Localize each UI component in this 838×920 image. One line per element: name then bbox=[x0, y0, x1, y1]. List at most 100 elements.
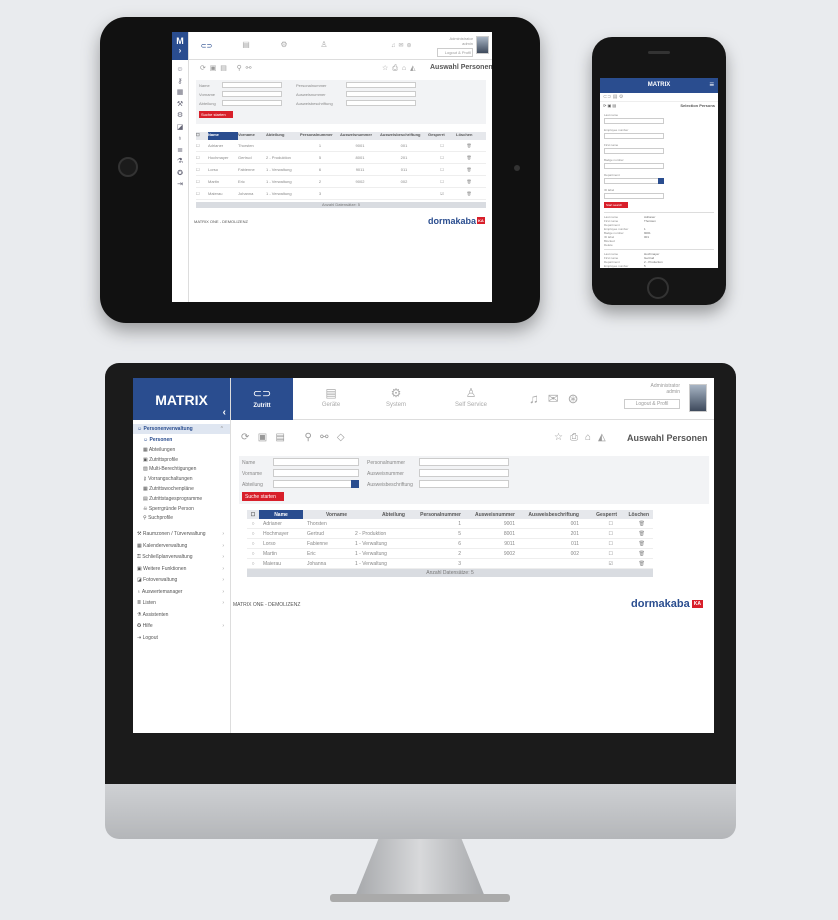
input-name[interactable] bbox=[273, 458, 359, 466]
sidebar-item-suchprofile[interactable]: ⚲ Suchprofile bbox=[133, 514, 230, 522]
select-abteilung[interactable] bbox=[273, 480, 359, 488]
trash-icon[interactable]: 🗑 bbox=[456, 179, 482, 184]
phone-key-icon[interactable]: ⊂⊃ bbox=[603, 94, 611, 100]
save-icon[interactable]: ◭ bbox=[410, 65, 419, 72]
tablet-header-vorname[interactable]: Vorname bbox=[238, 132, 266, 140]
tablet-select-abteilung[interactable] bbox=[222, 100, 282, 106]
input-personalnummer[interactable] bbox=[419, 458, 509, 466]
bell-icon[interactable]: ♫ bbox=[391, 43, 399, 49]
header-personalnummer[interactable]: Personalnummer bbox=[409, 512, 465, 518]
row-checkbox[interactable]: ○ bbox=[247, 531, 259, 537]
phone-menu-icon[interactable]: ≡ bbox=[709, 80, 714, 89]
phone-result-card[interactable]: Last name Adrianer First name Thorsten Depar… bbox=[604, 212, 714, 249]
blocked-checkbox[interactable]: ☐ bbox=[428, 155, 456, 160]
tablet-header-ausweisbeschriftung[interactable]: Ausweisbeschriftung bbox=[380, 132, 428, 140]
header-ausweisbeschriftung[interactable]: Ausweisbeschriftung bbox=[519, 512, 583, 518]
row-checkbox[interactable]: ○ bbox=[247, 561, 259, 567]
tablet-input-vorname[interactable] bbox=[222, 91, 282, 97]
sidebar-group-weitere-funktionen[interactable]: ▣ Weitere Funktionen › bbox=[133, 565, 230, 573]
table-row[interactable]: ○ Hochmayer Gertrud 2 - Produktion 5 8001 201 ☐… bbox=[247, 529, 653, 539]
refresh-icon[interactable]: ⟳ bbox=[200, 65, 206, 72]
row-checkbox[interactable]: ☐ bbox=[196, 179, 208, 184]
header-ausweisnummer[interactable]: Ausweisnummer bbox=[465, 512, 519, 518]
phone-field-input[interactable] bbox=[604, 163, 664, 169]
tablet-tab-zutritt[interactable]: ⊂⊃ bbox=[189, 32, 224, 60]
refresh-icon[interactable]: ⟳ bbox=[241, 432, 249, 443]
people-icon[interactable]: ☺ bbox=[172, 64, 188, 76]
filter-icon[interactable]: ⚯ bbox=[320, 432, 328, 443]
sidebar-item-abteilungen[interactable]: ▦ Abteilungen bbox=[133, 446, 230, 454]
tablet-header-ausweisnummer[interactable]: Ausweisnummer bbox=[340, 132, 380, 140]
tablet-table-row[interactable]: ☐ Maierau Johanna 1 - Verwaltung 3 ☑ 🗑 bbox=[196, 188, 486, 200]
sidebar-group-assistenten[interactable]: ⚗ Assistenten bbox=[133, 611, 230, 619]
tablet-input-ausweisnummer[interactable] bbox=[346, 91, 416, 97]
star-icon[interactable]: ☆ bbox=[382, 65, 392, 72]
phone-refresh-icon[interactable]: ⟳ ▣ ▤ bbox=[603, 103, 616, 108]
trash-icon[interactable]: 🗑 bbox=[456, 191, 482, 196]
tablet-input-name[interactable] bbox=[222, 82, 282, 88]
phone-dropdown-icon[interactable] bbox=[658, 178, 664, 184]
sidebar-group-auswertemanager[interactable]: ♁ Auswertemanager › bbox=[133, 588, 230, 596]
tablet-input-ausweisbeschriftung[interactable] bbox=[346, 100, 416, 106]
new-icon[interactable]: ▣ bbox=[258, 432, 267, 443]
sidebar-item-multi-berechtigungen[interactable]: ▨ Multi-Berechtigungen bbox=[133, 465, 230, 473]
trash-icon[interactable]: 🗑 bbox=[456, 167, 482, 172]
tablet-search-button[interactable]: Suche starten bbox=[199, 111, 233, 118]
tablet-expand-icon[interactable]: › bbox=[172, 46, 188, 55]
sidebar-section-personenverwaltung[interactable]: ☺ Personenverwaltung ⌃ bbox=[133, 424, 230, 434]
lifebuoy-icon[interactable]: ⊛ bbox=[568, 391, 588, 406]
phone-result-card[interactable]: Last name Hochmayer First name Gertrud Depar… bbox=[604, 249, 714, 268]
sidebar-group-listen[interactable]: ≣ Listen › bbox=[133, 599, 230, 607]
sidebar-item-vorrangschaltungen[interactable]: ⚷ Vorrangschaltungen bbox=[133, 475, 230, 483]
list-icon[interactable]: ≣ bbox=[172, 145, 188, 157]
search-start-button[interactable]: Suche starten bbox=[242, 492, 284, 501]
mail-icon[interactable]: ✉ bbox=[399, 43, 407, 49]
filter-icon[interactable]: ⚯ bbox=[246, 65, 252, 72]
tablet-header-abteilung[interactable]: Abteilung bbox=[266, 132, 300, 140]
star-icon[interactable]: ☆ bbox=[554, 432, 570, 443]
tablet-header-gesperrt[interactable]: Gesperrt bbox=[428, 132, 456, 140]
tablet-header-personalnummer[interactable]: Personalnummer bbox=[300, 132, 340, 140]
table-row[interactable]: ○ Adrianer Thorsten 1 9001 001 ☐ 🗑 bbox=[247, 519, 653, 529]
edit-icon[interactable]: ▤ bbox=[276, 432, 285, 443]
tablet-input-personalnummer[interactable] bbox=[346, 82, 416, 88]
tablet-table-row[interactable]: ☐ Hochmayer Gertrud 2 - Produktion 5 8001 201 ☐… bbox=[196, 152, 486, 164]
sidebar-group-kalenderverwaltung[interactable]: ▦ Kalenderverwaltung › bbox=[133, 542, 230, 550]
tablet-tab-system[interactable]: ⚙ bbox=[269, 32, 299, 60]
logout-profile-button[interactable]: Logout & Profil bbox=[624, 399, 680, 409]
select-abteilung-dropdown-icon[interactable] bbox=[351, 480, 359, 488]
export-icon[interactable]: ⌂ bbox=[585, 432, 598, 443]
blocked-checkbox[interactable]: ☐ bbox=[583, 531, 621, 537]
trash-icon[interactable]: 🗑 bbox=[621, 521, 653, 527]
header-name[interactable]: Name bbox=[259, 510, 303, 519]
tablet-header-name[interactable]: Name bbox=[208, 132, 238, 140]
tablet-table-row[interactable]: ☐ Adrianer Thorsten 1 9001 001 ☐ 🗑 bbox=[196, 140, 486, 152]
table-row[interactable]: ○ Maierau Johanna 1 - Verwaltung 3 ☑ 🗑 bbox=[247, 559, 653, 569]
bell-icon[interactable]: ♫ bbox=[529, 391, 548, 406]
link-icon[interactable]: ⚲ bbox=[237, 65, 242, 72]
new-icon[interactable]: ▣ bbox=[210, 65, 217, 72]
phone-gear-icon[interactable]: ⚙ bbox=[619, 94, 623, 100]
tablet-table-row[interactable]: ☐ Lorso Fabienne 1 - Verwaltung 6 9011 011 ☐ 🗑 bbox=[196, 164, 486, 176]
sidebar-item-sperrgründe-person[interactable]: ☠ Sperrgründe Person bbox=[133, 505, 230, 513]
tablet-header-loeschen[interactable]: Löschen bbox=[456, 132, 482, 140]
edit-icon[interactable]: ▤ bbox=[220, 65, 227, 72]
tablet-tab-geraete[interactable]: ▤ bbox=[231, 32, 261, 60]
table-row[interactable]: ○ Lorso Fabienne 1 - Verwaltung 6 9011 011 ☐ 🗑 bbox=[247, 539, 653, 549]
sidebar-item-zutrittswochenpläne[interactable]: ▦ Zutrittswochenpläne bbox=[133, 485, 230, 493]
blocked-checkbox[interactable]: ☑ bbox=[428, 191, 456, 196]
blocked-checkbox[interactable]: ☐ bbox=[428, 143, 456, 148]
sidebar-group-fotoverwaltung[interactable]: ◪ Fotoverwaltung › bbox=[133, 576, 230, 584]
input-ausweisnummer[interactable] bbox=[419, 469, 509, 477]
row-checkbox[interactable]: ○ bbox=[247, 521, 259, 527]
trash-icon[interactable]: 🗑 bbox=[621, 541, 653, 547]
link-icon[interactable]: ⚲ bbox=[304, 432, 311, 443]
row-checkbox[interactable]: ☐ bbox=[196, 191, 208, 196]
row-checkbox[interactable]: ☐ bbox=[196, 143, 208, 148]
help-icon[interactable]: ✪ bbox=[172, 168, 188, 180]
phone-field-input[interactable] bbox=[604, 148, 664, 154]
blocked-checkbox[interactable]: ☐ bbox=[583, 521, 621, 527]
sidebar-group-hilfe[interactable]: ✪ Hilfe › bbox=[133, 622, 230, 630]
user-avatar[interactable] bbox=[689, 384, 707, 412]
mail-icon[interactable]: ✉ bbox=[548, 391, 568, 406]
